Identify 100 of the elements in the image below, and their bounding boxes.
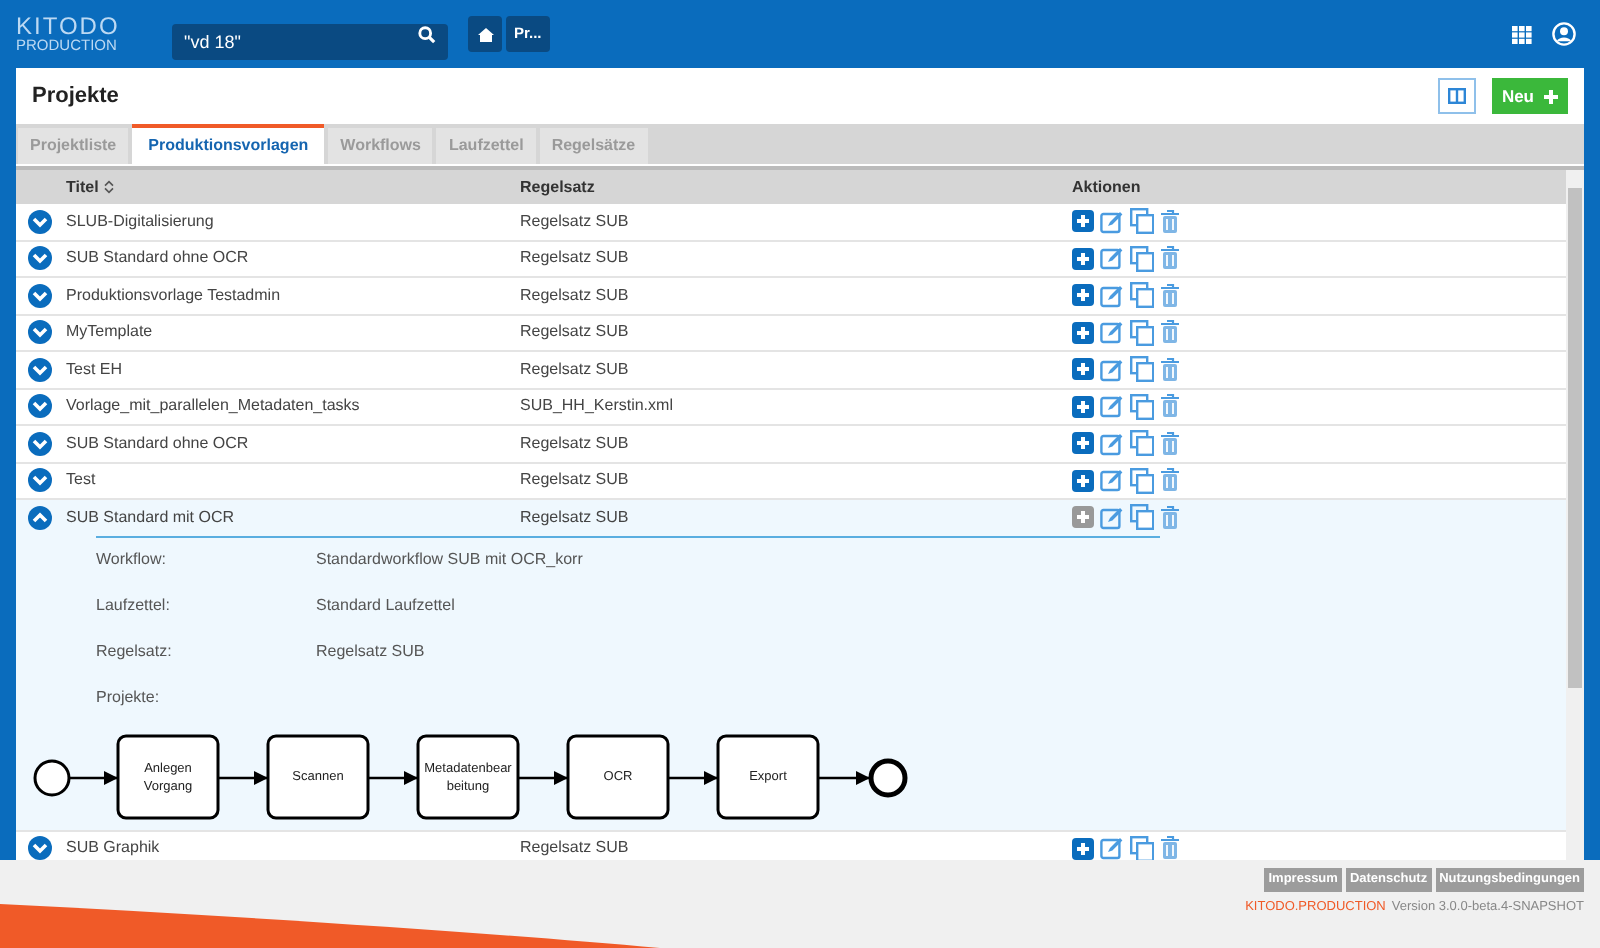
copy-icon[interactable]	[1130, 393, 1154, 420]
table-cell-text: Regelsatz SUB	[520, 246, 631, 271]
expand-icon[interactable]	[28, 246, 52, 271]
expand-icon[interactable]	[28, 394, 52, 419]
edit-icon[interactable]	[1100, 209, 1124, 234]
tab[interactable]: Produktionsvorlagen	[132, 124, 325, 164]
table-cell-text: Regelsatz SUB	[520, 209, 631, 234]
trash-icon[interactable]	[1160, 357, 1180, 382]
table-cell: Vorlage_mit_parallelen_Metadaten_tasks	[66, 394, 360, 419]
table-cell-text: Regelsatz SUB	[520, 505, 631, 530]
table-cell: MyTemplate	[66, 320, 153, 345]
flow-arrow	[218, 769, 268, 785]
search-field[interactable]: "vd 18"	[172, 24, 448, 60]
task-box	[416, 733, 520, 819]
edit-icon[interactable]	[1100, 505, 1124, 530]
table-cell: Produktionsvorlage Testadmin	[66, 283, 281, 308]
column-header[interactable]: Titel	[66, 175, 99, 199]
tab[interactable]: Regelsätze	[539, 128, 648, 164]
edit-icon[interactable]	[1100, 836, 1124, 860]
tab[interactable]: Workflows	[328, 128, 433, 164]
detail-value: Standardworkflow SUB mit OCR_korr	[316, 548, 583, 572]
collapse-icon[interactable]	[28, 505, 52, 530]
copy-icon[interactable]	[1130, 430, 1154, 457]
flow-arrow	[818, 769, 870, 785]
add-icon[interactable]	[1072, 321, 1094, 344]
expand-icon[interactable]	[28, 283, 52, 308]
add-icon[interactable]	[1072, 837, 1094, 860]
add-icon[interactable]	[1072, 432, 1094, 455]
flow-arrow	[668, 769, 718, 785]
table-cell: Test	[66, 468, 96, 493]
edit-icon[interactable]	[1100, 283, 1124, 308]
scrollbar[interactable]	[1566, 170, 1584, 860]
copy-icon[interactable]	[1130, 319, 1154, 346]
edit-icon[interactable]	[1100, 431, 1124, 456]
start-event-icon	[33, 758, 71, 796]
logo-text: KITODO	[16, 14, 122, 39]
tab[interactable]: Projektliste	[18, 128, 129, 164]
table-cell-text: SUB_HH_Kerstin.xml	[520, 394, 675, 419]
expand-icon[interactable]	[28, 836, 52, 860]
copy-icon[interactable]	[1130, 835, 1154, 860]
plus-icon	[1544, 89, 1558, 103]
edit-icon[interactable]	[1100, 357, 1124, 382]
add-icon[interactable]	[1072, 358, 1094, 381]
expand-icon[interactable]	[28, 209, 52, 234]
flow-arrow	[70, 769, 118, 785]
search-icon[interactable]	[418, 25, 436, 43]
table-cell-text: Regelsatz SUB	[520, 468, 631, 493]
expand-icon[interactable]	[28, 357, 52, 382]
trash-icon[interactable]	[1160, 283, 1180, 308]
copy-icon[interactable]	[1130, 245, 1154, 272]
add-icon[interactable]	[1072, 506, 1094, 529]
table-cell-text: Regelsatz SUB	[520, 357, 631, 382]
expand-icon[interactable]	[28, 468, 52, 493]
detail-label: Projekte:	[96, 686, 162, 710]
copy-icon[interactable]	[1130, 282, 1154, 309]
detail-label: Regelsatz:	[96, 640, 174, 664]
detail-label: Workflow:	[96, 548, 168, 572]
table-cell-text: Regelsatz SUB	[520, 320, 631, 345]
trash-icon[interactable]	[1160, 836, 1180, 860]
trash-icon[interactable]	[1160, 468, 1180, 493]
trash-icon[interactable]	[1160, 431, 1180, 456]
edit-icon[interactable]	[1100, 320, 1124, 345]
add-icon[interactable]	[1072, 210, 1094, 233]
add-icon[interactable]	[1072, 395, 1094, 418]
task-box	[566, 733, 670, 819]
add-icon[interactable]	[1072, 469, 1094, 492]
user-icon[interactable]	[1552, 22, 1576, 46]
trash-icon[interactable]	[1160, 320, 1180, 345]
task-box	[116, 733, 220, 819]
trash-icon[interactable]	[1160, 246, 1180, 271]
edit-icon[interactable]	[1100, 394, 1124, 419]
table-cell: SUB Standard ohne OCR	[66, 246, 249, 271]
copy-icon[interactable]	[1130, 504, 1154, 531]
task-box	[266, 733, 370, 819]
add-icon[interactable]	[1072, 284, 1094, 307]
table-cell: SUB Standard ohne OCR	[66, 431, 249, 456]
apps-grid-icon[interactable]	[1512, 25, 1532, 43]
edit-icon[interactable]	[1100, 468, 1124, 493]
expand-icon[interactable]	[28, 431, 52, 456]
detail-label: Laufzettel:	[96, 594, 172, 618]
new-button[interactable]: Neu	[1491, 78, 1568, 114]
sort-icon[interactable]	[104, 180, 115, 194]
expand-icon[interactable]	[28, 320, 52, 345]
table-cell: SUB Graphik	[66, 836, 160, 860]
edit-icon[interactable]	[1100, 246, 1124, 271]
tab[interactable]: Laufzettel	[436, 128, 536, 164]
trash-icon[interactable]	[1160, 209, 1180, 234]
trash-icon[interactable]	[1160, 394, 1180, 419]
column-header: Aktionen	[1072, 175, 1141, 199]
flow-arrow	[368, 769, 418, 785]
copy-icon[interactable]	[1130, 208, 1154, 235]
column-header: Regelsatz	[520, 175, 597, 199]
copy-icon[interactable]	[1130, 356, 1154, 383]
table-cell-text: Regelsatz SUB	[520, 836, 631, 860]
trash-icon[interactable]	[1160, 505, 1180, 530]
home-button[interactable]	[468, 16, 502, 52]
columns-button[interactable]	[1437, 78, 1476, 114]
table-cell: SLUB-Digitalisierung	[66, 209, 214, 234]
copy-icon[interactable]	[1130, 467, 1154, 494]
add-icon[interactable]	[1072, 247, 1094, 270]
